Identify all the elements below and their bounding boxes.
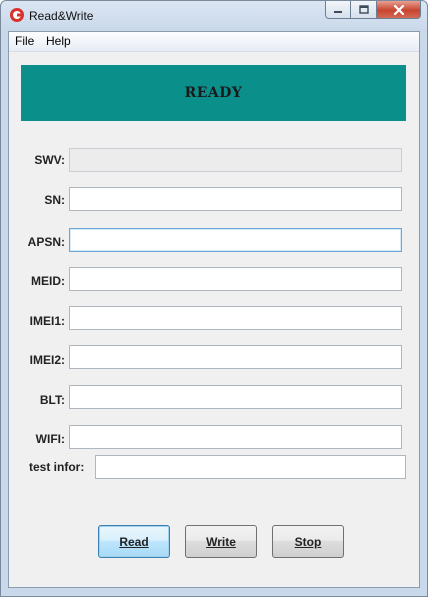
apsn-field[interactable]: [69, 228, 402, 252]
apsn-label: APSN:: [27, 235, 65, 249]
wifi-label: WIFI:: [35, 432, 65, 446]
imei1-field[interactable]: [69, 306, 402, 330]
app-window: Read&Write File Help READY SWV: SN: APSN…: [0, 0, 428, 597]
minimize-button[interactable]: [325, 1, 351, 19]
wifi-field[interactable]: [69, 425, 402, 449]
test-infor-field[interactable]: [95, 455, 406, 479]
maximize-button[interactable]: [351, 1, 377, 19]
maximize-icon: [358, 5, 369, 14]
menu-help[interactable]: Help: [46, 34, 71, 48]
imei1-label: IMEI1:: [29, 314, 65, 328]
close-icon: [393, 4, 404, 15]
status-banner: READY: [21, 65, 406, 121]
meid-field[interactable]: [69, 267, 402, 291]
stop-button[interactable]: Stop: [272, 525, 344, 558]
meid-label: MEID:: [31, 274, 65, 288]
title-bar[interactable]: Read&Write: [1, 1, 427, 31]
menu-file[interactable]: File: [15, 34, 34, 48]
read-button[interactable]: Read: [98, 525, 170, 558]
status-text: READY: [184, 85, 243, 101]
blt-label: BLT:: [39, 393, 65, 407]
client-area: File Help READY SWV: SN: APSN: MEID: IME…: [8, 31, 420, 588]
write-button[interactable]: Write: [185, 525, 257, 558]
window-title: Read&Write: [29, 9, 94, 23]
window-controls: [325, 1, 421, 20]
swv-field[interactable]: [69, 148, 402, 172]
blt-field[interactable]: [69, 385, 402, 409]
swv-label: SWV:: [34, 153, 65, 167]
close-button[interactable]: [377, 1, 421, 19]
imei2-label: IMEI2:: [29, 353, 65, 367]
minimize-icon: [334, 10, 342, 13]
sn-field[interactable]: [69, 187, 402, 211]
app-logo-icon: [10, 8, 24, 22]
imei2-field[interactable]: [69, 345, 402, 369]
menu-bar: File Help: [9, 32, 419, 52]
test-infor-label: test infor:: [29, 460, 85, 474]
sn-label: SN:: [44, 193, 65, 207]
